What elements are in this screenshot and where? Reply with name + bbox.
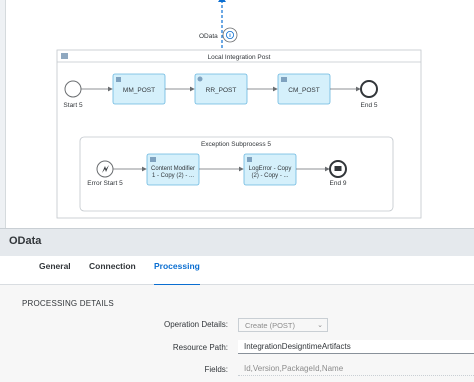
start-event[interactable] xyxy=(64,80,82,98)
script-icon xyxy=(247,157,252,162)
tab-connection[interactable]: Connection xyxy=(89,256,136,284)
task-label-line1: Content Modifier xyxy=(151,166,195,172)
resource-path-label: Resource Path: xyxy=(172,343,228,352)
envelope-icon xyxy=(334,166,342,171)
operation-select[interactable]: Create (POST) ⌄ xyxy=(238,318,328,332)
chevron-down-icon: ⌄ xyxy=(317,322,323,329)
resource-path-input[interactable]: IntegrationDesigntimeArtifacts xyxy=(238,340,474,354)
properties-panel-header: OData xyxy=(0,228,474,257)
tab-bar: General Connection Processing xyxy=(0,256,474,286)
fields-label: Fields: xyxy=(204,365,228,374)
end-event-label: End 5 xyxy=(361,102,378,109)
exception-subprocess[interactable] xyxy=(79,136,394,212)
operation-label: Operation Details: xyxy=(163,320,228,329)
integration-flow-canvas[interactable]: OData Local Integration Post Start 5 MM_… xyxy=(0,0,474,228)
processing-details-section: PROCESSING DETAILS Operation Details: Cr… xyxy=(0,285,474,382)
start-event-label: Start 5 xyxy=(63,102,83,109)
task-label: CM_POST xyxy=(288,87,319,94)
process-icon xyxy=(61,53,68,59)
connection-arrow-icon xyxy=(218,0,226,2)
content-modifier-icon xyxy=(150,157,156,162)
subprocess-title: Exception Subprocess 5 xyxy=(201,141,271,148)
task-label: RR_POST xyxy=(206,87,237,94)
script-icon xyxy=(116,77,121,82)
end-event-label: End 9 xyxy=(330,180,347,187)
content-modifier-icon xyxy=(281,77,287,82)
end-event[interactable] xyxy=(360,80,378,98)
sender-label: OData xyxy=(199,33,218,40)
fields-input[interactable]: Id,Version,PackageId,Name xyxy=(238,362,474,376)
operation-value: Create (POST) xyxy=(245,321,296,330)
task-label-line2: (2) - Copy - ... xyxy=(251,173,288,179)
pool-label: Local Integration Post xyxy=(208,54,271,61)
section-title: PROCESSING DETAILS xyxy=(22,299,114,308)
tab-general[interactable]: General xyxy=(39,256,71,284)
flow-diagram: OData Local Integration Post Start 5 MM_… xyxy=(56,0,422,219)
panel-title: OData xyxy=(9,235,42,247)
task-label-line1: LogError - Copy xyxy=(249,166,292,172)
task-label: MM_POST xyxy=(123,87,155,94)
error-start-label: Error Start 5 xyxy=(87,180,123,187)
request-reply-icon xyxy=(197,76,203,82)
task-label-line2: 1 - Copy (2) - ... xyxy=(152,173,194,179)
tab-processing[interactable]: Processing xyxy=(154,256,200,286)
